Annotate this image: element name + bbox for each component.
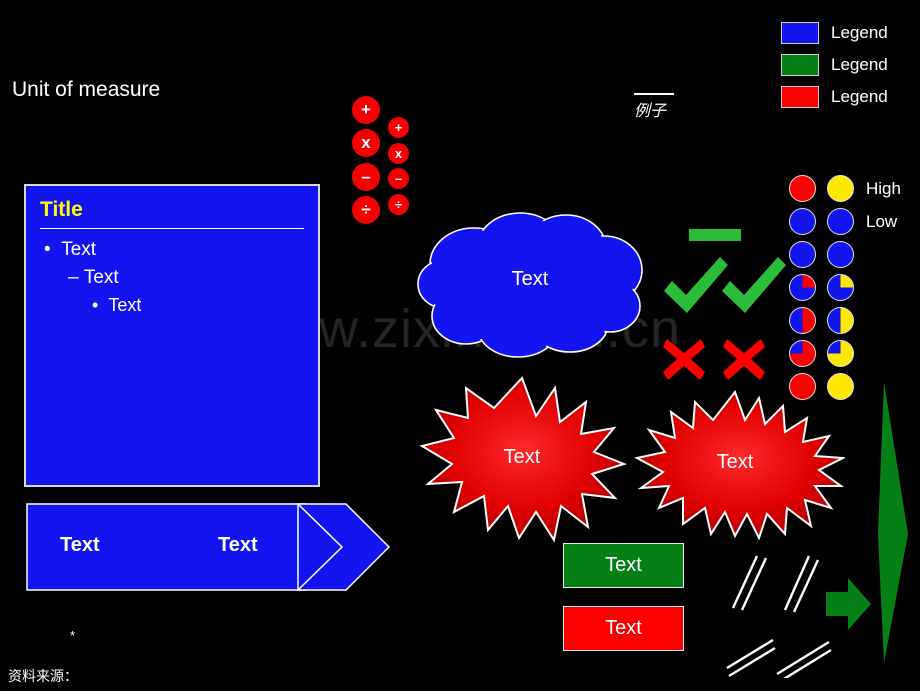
harvey-ball-right-75[interactable]	[827, 340, 854, 367]
cloud-callout-label: Text	[511, 268, 549, 290]
chevron-segment-2-label: Text	[218, 534, 258, 556]
harvey-ball-left-0[interactable]	[789, 208, 816, 235]
title-card-heading: Title	[40, 198, 83, 221]
harvey-ball-left-25[interactable]	[789, 274, 816, 301]
starburst-2-label: Text	[716, 451, 754, 473]
operator-multiply-large[interactable]: x	[352, 129, 380, 157]
legend-item-red[interactable]: Legend	[781, 86, 888, 108]
harvey-ball-right-full[interactable]	[827, 373, 854, 400]
check-mark-icon-2	[716, 255, 788, 332]
harvey-row-2[interactable]	[789, 238, 901, 271]
legend-label-green: Legend	[831, 55, 888, 74]
slash-mark-2b	[792, 559, 820, 613]
slash-mark-1a	[731, 555, 759, 609]
status-box-red[interactable]: Text	[563, 606, 684, 651]
legend-item-green[interactable]: Legend	[781, 54, 888, 76]
title-card[interactable]: Title Text Text Text	[24, 184, 320, 487]
green-kite-shape	[860, 382, 910, 668]
operator-minus-small[interactable]: –	[388, 168, 409, 189]
bullet-level-3: Text	[92, 295, 318, 316]
legend-label-red: Legend	[831, 87, 888, 106]
harvey-row-6[interactable]	[789, 370, 901, 403]
starburst-callout-1[interactable]: Text	[416, 372, 628, 549]
starburst-callout-2[interactable]: Text	[625, 388, 847, 545]
starburst-1-label: Text	[503, 446, 541, 468]
bullet-level-1: Text	[44, 239, 318, 261]
status-box-green-label: Text	[605, 554, 642, 576]
cross-mark-icon-2	[720, 335, 768, 388]
chevron-banner[interactable]: Text Text	[26, 503, 391, 591]
legend-label-blue: Legend	[831, 23, 888, 42]
slash-mark-4b	[778, 648, 832, 684]
harvey-ball-left-empty[interactable]	[789, 241, 816, 268]
legend-swatch-red	[781, 86, 819, 108]
green-bar-marker	[689, 229, 741, 241]
operator-divide-large[interactable]: ÷	[352, 196, 380, 224]
harvey-row-5[interactable]	[789, 337, 901, 370]
status-box-green[interactable]: Text	[563, 543, 684, 588]
slash-mark-1b	[740, 557, 768, 611]
chevron-segment-1-label: Text	[60, 534, 100, 556]
title-card-bullet-list: Text Text Text	[26, 239, 318, 316]
slash-mark-4a	[776, 640, 830, 676]
harvey-row-3[interactable]	[789, 271, 901, 304]
footnote-star: *	[70, 628, 76, 643]
harvey-ball-right-0[interactable]	[827, 208, 854, 235]
harvey-label-low: Low	[866, 211, 898, 231]
unit-of-measure-label: Unit of measure	[12, 78, 161, 101]
harvey-ball-scale: High Low	[789, 172, 901, 403]
status-box-red-label: Text	[605, 617, 642, 639]
operator-plus-small[interactable]: +	[388, 117, 409, 138]
harvey-row-0[interactable]: High	[789, 172, 901, 205]
harvey-ball-left-100[interactable]	[789, 175, 816, 202]
harvey-row-4[interactable]	[789, 304, 901, 337]
title-card-rule	[40, 228, 304, 229]
legend-item-blue[interactable]: Legend	[781, 22, 888, 44]
harvey-ball-left-75[interactable]	[789, 340, 816, 367]
operator-divide-small[interactable]: ÷	[388, 194, 409, 215]
legend-swatch-blue	[781, 22, 819, 44]
cloud-callout[interactable]: Text	[414, 206, 646, 363]
bullet-level-2: Text	[68, 267, 318, 289]
legend: Legend Legend Legend	[781, 22, 888, 118]
cross-mark-icon-1	[660, 335, 708, 388]
example-note-rule	[634, 93, 674, 95]
operator-plus-large[interactable]: +	[352, 96, 380, 124]
harvey-ball-left-full[interactable]	[789, 373, 816, 400]
harvey-ball-right-100[interactable]	[827, 175, 854, 202]
operator-multiply-small[interactable]: x	[388, 143, 409, 164]
operator-minus-large[interactable]: –	[352, 163, 380, 191]
harvey-ball-right-25[interactable]	[827, 274, 854, 301]
harvey-ball-left-50[interactable]	[789, 307, 816, 334]
legend-swatch-green	[781, 54, 819, 76]
harvey-row-1[interactable]: Low	[789, 205, 901, 238]
harvey-label-high: High	[866, 178, 901, 198]
source-label: 资料来源：	[8, 669, 78, 685]
harvey-ball-right-empty[interactable]	[827, 241, 854, 268]
slide-canvas: www.zixin.com.cn Unit of measure Title T…	[0, 0, 920, 691]
example-note-text: 例子	[634, 101, 667, 120]
harvey-ball-right-50[interactable]	[827, 307, 854, 334]
slash-mark-2a	[783, 555, 811, 611]
example-note: 例子	[634, 93, 674, 121]
